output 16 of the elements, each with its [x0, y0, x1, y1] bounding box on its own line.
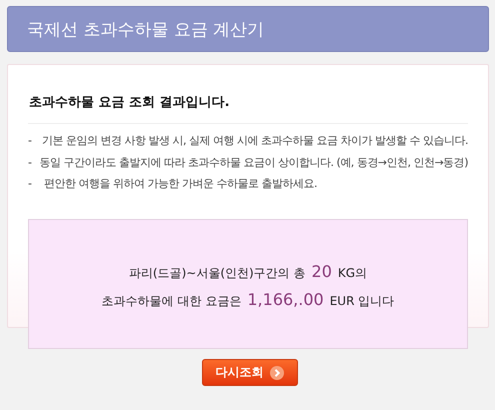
page-title: 국제선 초과수하물 요금 계산기 — [27, 18, 264, 40]
note-text: 기본 운임의 변경 사항 발생 시, 실제 여행 시에 초과수하물 요금 차이가 발생할 수 있습니다. — [42, 133, 468, 149]
bullet-dash: - — [28, 133, 32, 149]
search-again-button[interactable]: 다시조회 — [202, 359, 298, 386]
result-amount: 20 — [312, 262, 332, 280]
note-text: 동일 구간이라도 출발지에 따라 초과수하물 요금이 상이합니다. (예, 동경→인천, 인천→동경) — [40, 154, 468, 170]
bullet-dash: - — [28, 176, 32, 192]
result-text: EUR 입니다 — [330, 292, 394, 310]
bullet-dash: - — [28, 154, 32, 170]
result-text: 파리(드골)~서울(인천)구간의 총 — [128, 264, 306, 282]
result-heading: 초과수하물 요금 조회 결과입니다. — [28, 93, 468, 124]
chevron-circle-icon — [270, 366, 284, 380]
note-text: 편안한 여행을 위하여 가능한 가벼운 수하물로 출발하세요. — [44, 176, 317, 192]
result-text: 초과수하물에 대한 요금은 — [102, 292, 242, 310]
result-text: KG의 — [338, 264, 368, 282]
result-amount: 1,166,.00 — [247, 290, 324, 308]
